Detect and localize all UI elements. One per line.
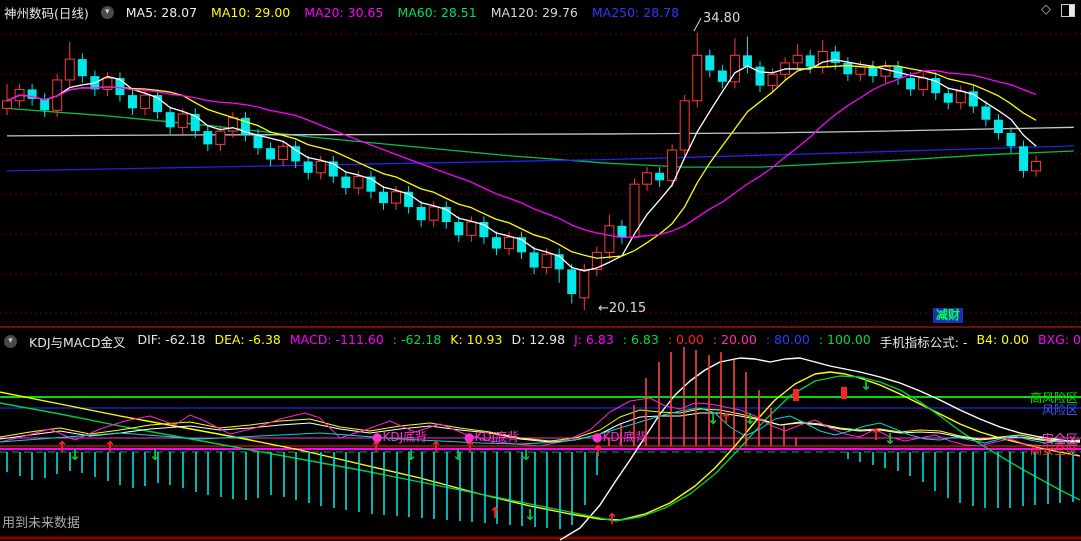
legend-field: DIF: -62.18 [137, 332, 206, 347]
legend-field: MA10: 29.00 [211, 5, 291, 20]
svg-text:↑: ↑ [489, 504, 502, 522]
svg-text:↓: ↓ [520, 446, 533, 464]
legend-field: MA60: 28.51 [397, 5, 477, 20]
indicator-title: KDJ与MACD金叉 [29, 335, 126, 350]
legend-field: K: 10.93 [450, 332, 503, 347]
window-controls: ◇ [1041, 3, 1075, 17]
svg-text:↓: ↓ [884, 430, 897, 448]
svg-text:↑: ↑ [104, 438, 117, 456]
svg-text:●KDJ底背: ●KDJ底背 [592, 429, 647, 444]
stock-chart-app: 34.80 ←20.15 ↑ ↑ ↑ ↑ ↑ ↑ ↑ ↑ ↑ ↑ ↓ ↓ ↓ ↓ ↓ ↓ ↓ ↓ ↓ ↓ ●KDJ底背 ●KD… [0, 0, 1081, 541]
legend-field: MACD: -111.60 [289, 332, 384, 347]
legend-field: MA250: 28.78 [591, 5, 680, 20]
svg-text:↓: ↓ [452, 446, 465, 464]
chevron-down-icon[interactable]: ▾ [4, 335, 17, 348]
legend-field: DEA: -6.38 [214, 332, 281, 347]
legend-field: : 20.00 [712, 332, 757, 347]
svg-text:●KDJ底背: ●KDJ底背 [372, 429, 427, 444]
svg-text:↓: ↓ [707, 410, 720, 428]
svg-text:↓: ↓ [69, 446, 82, 464]
diamond-icon[interactable]: ◇ [1041, 3, 1051, 17]
svg-text:风险区: 风险区 [1042, 402, 1078, 417]
split-screen-icon[interactable] [1061, 3, 1075, 17]
indicator-legend: DIF: -62.18 DEA: -6.38 MACD: -111.60 : -62.… [137, 332, 1081, 351]
legend-field: BXG: 0.00 [1038, 332, 1081, 347]
legend-field: : 0.00 [667, 332, 704, 347]
svg-text:↑: ↑ [56, 438, 69, 456]
legend-field: D: 12.98 [511, 332, 566, 347]
stock-title: 神州数码(日线) [4, 6, 89, 21]
chart-canvas: 34.80←20.15↑ ↑ ↑ ↑ ↑ ↑↑↑↑ ↑↓ ↓ ↓ ↓ ↓↓ ↓↓↓↓●KDJ底背 ●KD… [0, 11, 1081, 541]
chevron-down-icon[interactable]: ▾ [100, 6, 114, 19]
svg-text:34.80: 34.80 [703, 11, 740, 26]
ma-legend: MA5: 28.07 MA10: 29.00 MA20: 30.65 MA60: 28… [126, 5, 679, 20]
legend-field: 手机指标公式: - [879, 335, 968, 350]
svg-text:↓: ↓ [860, 376, 873, 394]
main-chart-header: 神州数码(日线) ▾ MA5: 28.07 MA10: 29.00 MA20: 30… [4, 3, 679, 22]
svg-text:●KDJ底背: ●KDJ底背 [464, 429, 519, 444]
svg-text:↓: ↓ [744, 410, 757, 428]
indicator-header: ▾ KDJ与MACD金叉 DIF: -62.18 DEA: -6.38 MACD: … [4, 332, 1081, 351]
svg-text:↑: ↑ [592, 442, 605, 460]
future-data-note: 用到未来数据 [2, 516, 81, 531]
svg-text:↓: ↓ [524, 506, 537, 524]
legend-field: MA5: 28.07 [125, 5, 198, 20]
legend-field: MA20: 30.65 [304, 5, 384, 20]
svg-text:↑: ↑ [720, 410, 733, 428]
svg-text:↑: ↑ [430, 438, 443, 456]
svg-text:↓: ↓ [405, 446, 418, 464]
legend-field: MA120: 29.76 [490, 5, 578, 20]
legend-field: : 80.00 [765, 332, 810, 347]
svg-text:↑: ↑ [870, 426, 883, 444]
svg-text:←20.15: ←20.15 [598, 301, 646, 316]
legend-field: : -62.18 [392, 332, 442, 347]
svg-text:↓: ↓ [149, 446, 162, 464]
legend-field: : 6.83 [622, 332, 659, 347]
watermark-badge: 减财 [933, 308, 964, 323]
svg-text:↑: ↑ [606, 510, 619, 528]
svg-text:高安全区: 高安全区 [1030, 442, 1078, 457]
legend-field: : 100.00 [818, 332, 871, 347]
legend-field: J: 6.83 [574, 332, 614, 347]
legend-field: B4: 0.00 [976, 332, 1029, 347]
